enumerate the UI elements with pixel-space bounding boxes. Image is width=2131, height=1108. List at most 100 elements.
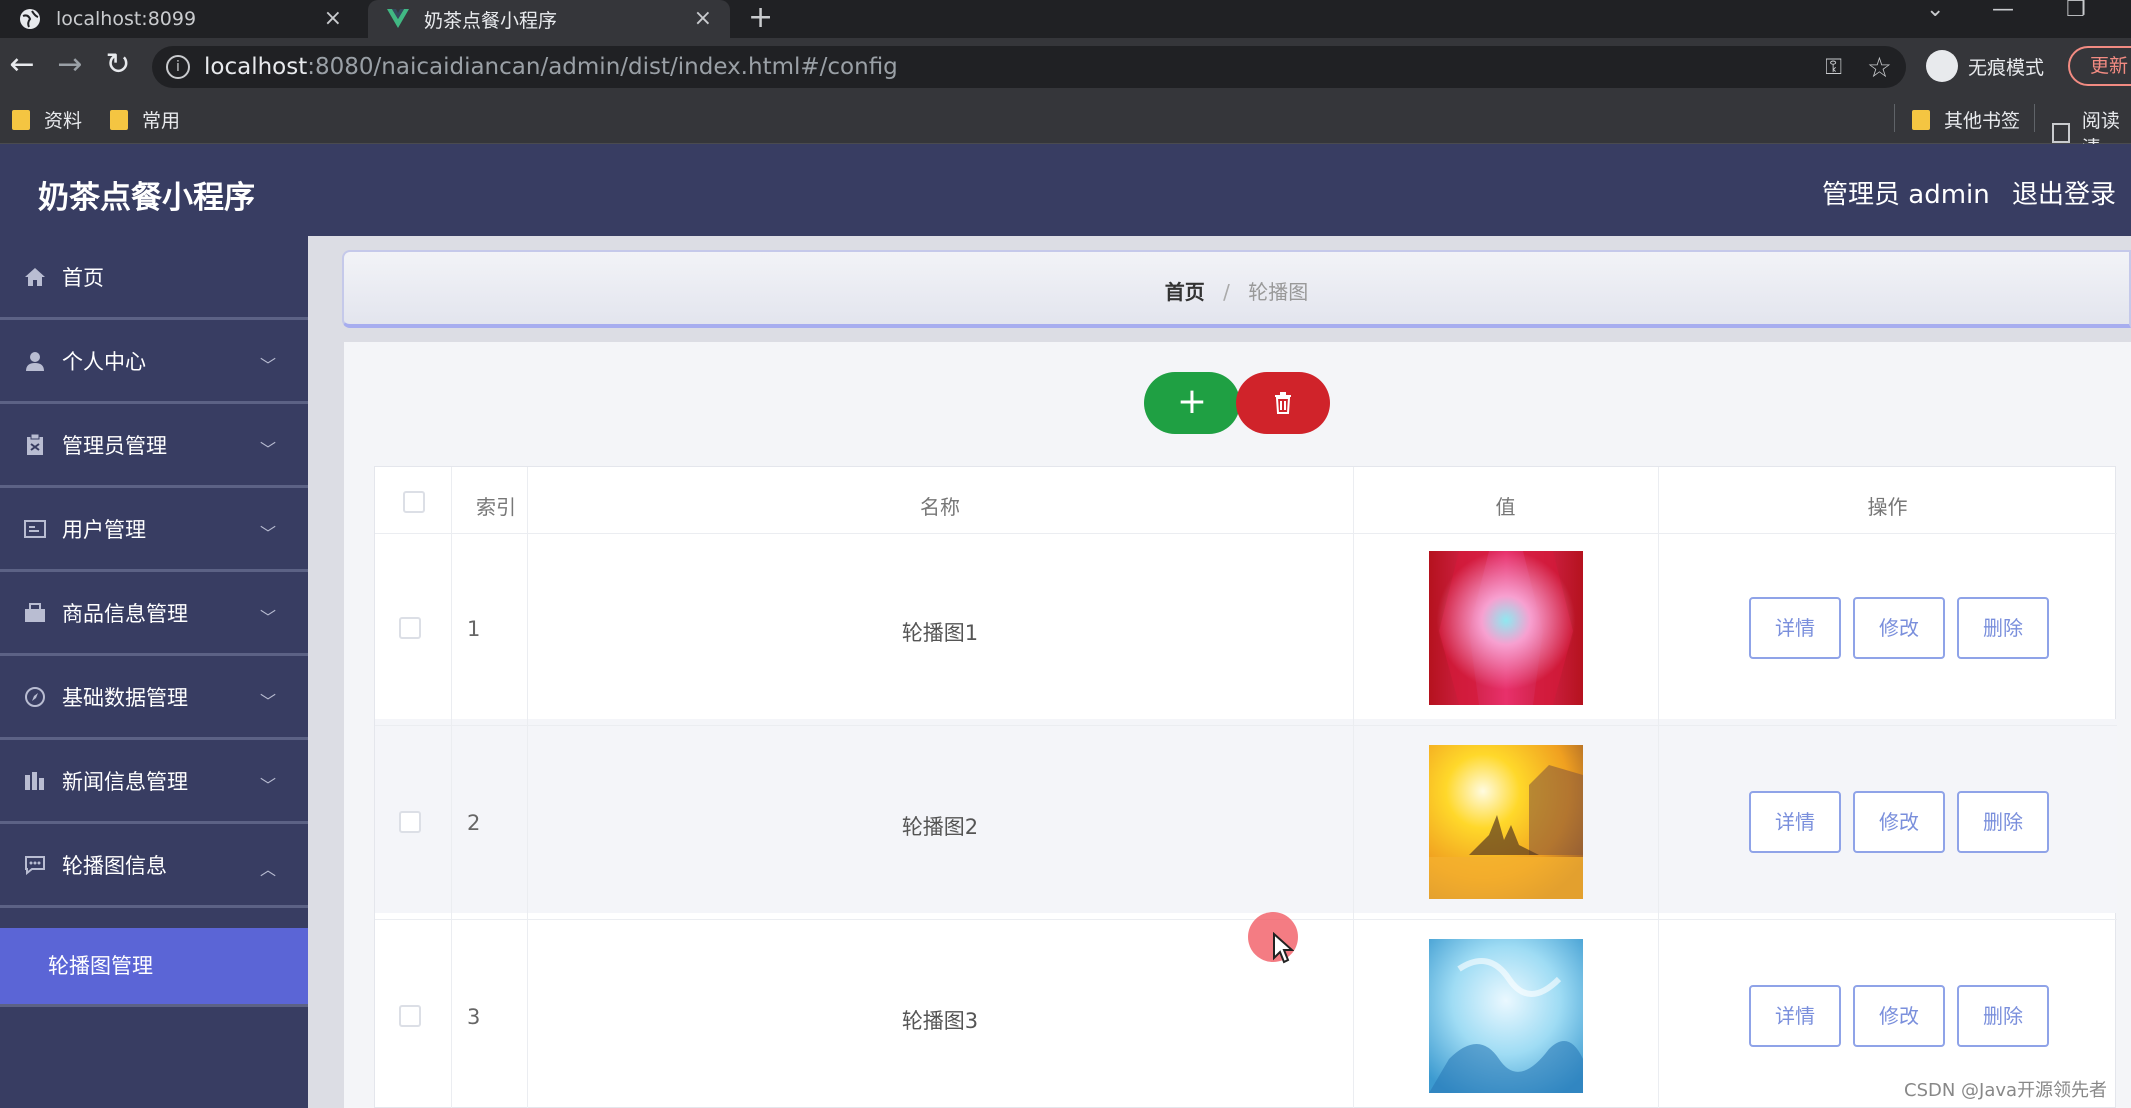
column-divider [451,467,452,1108]
mouse-cursor-icon [1273,932,1294,964]
bookmarks-bar: 资料 常用 其他书签 阅读清 [0,94,2131,159]
sidebar-item-profile[interactable]: 个人中心 ﹀ [0,320,308,404]
row-name: 轮播图3 [901,1009,979,1033]
forward-icon[interactable]: → [52,48,88,84]
tab-title: localhost:8099 [56,8,197,30]
reload-icon[interactable]: ↻ [100,48,136,84]
minimize-icon[interactable]: — [1992,0,2014,38]
sidebar-item-home[interactable]: 首页 [0,236,308,320]
breadcrumb-home[interactable]: 首页 [1165,280,1205,304]
incognito-icon [1926,50,1958,82]
row-index: 3 [467,1005,481,1029]
sidebar-item-label: 管理员管理 [62,433,167,458]
add-button[interactable]: + [1144,372,1240,434]
back-icon[interactable]: ← [4,48,40,84]
browser-toolbar: ← → ↻ i localhost:8080/naicaidiancan/adm… [0,38,2131,94]
breadcrumb-separator: / [1223,280,1230,304]
message-icon [24,854,46,876]
delete-button[interactable]: 删除 [1957,791,2049,853]
detail-button[interactable]: 详情 [1749,597,1841,659]
logout-link[interactable]: 退出登录 [2012,174,2116,211]
select-all-checkbox[interactable] [403,491,425,513]
sidebar-subitem-carousel-manage[interactable]: 轮播图管理 [0,928,308,1004]
compass-icon [24,686,46,708]
row-name: 轮播图2 [901,815,979,839]
edit-button[interactable]: 修改 [1853,791,1945,853]
row-checkbox[interactable] [399,811,421,833]
sidebar-item-label: 用户管理 [62,517,146,542]
chevron-down-icon: ﹀ [259,524,276,543]
sidebar-item-carousel[interactable]: 轮播图信息 ︿ [0,824,308,908]
detail-button[interactable]: 详情 [1749,791,1841,853]
sidebar-item-label: 个人中心 [62,349,146,374]
column-header-name: 名称 [920,495,960,519]
row-checkbox[interactable] [399,1005,421,1027]
url-text[interactable]: localhost:8080/naicaidiancan/admin/dist/… [204,54,898,80]
carousel-image-thumbnail[interactable] [1429,745,1583,899]
vue-logo-icon [386,7,410,31]
tab-search-icon[interactable]: ⌄ [1926,0,1944,38]
user-icon [24,350,46,372]
app-header: 奶茶点餐小程序 管理员 admin 退出登录 [0,144,2131,236]
sidebar-item-news[interactable]: 新闻信息管理 ﹀ [0,740,308,824]
sidebar-item-admin[interactable]: 管理员管理 ﹀ [0,404,308,488]
close-tab-icon[interactable]: × [694,6,712,31]
trash-icon [1275,392,1291,414]
address-bar[interactable]: i localhost:8080/naicaidiancan/admin/dis… [152,46,1906,88]
globe-icon [18,7,42,31]
column-header-value: 值 [1495,495,1516,519]
edit-button[interactable]: 修改 [1853,985,1945,1047]
sidebar-item-basic-data[interactable]: 基础数据管理 ﹀ [0,656,308,740]
sidebar-item-products[interactable]: 商品信息管理 ﹀ [0,572,308,656]
bookmark-divider [2034,104,2035,132]
admin-user-label: 管理员 admin [1822,180,1990,210]
folder-icon [110,109,128,130]
bookmark-divider [1894,104,1895,132]
restore-window-icon[interactable]: ❐ [2066,0,2086,38]
bar-chart-icon [24,770,46,792]
carousel-image-thumbnail[interactable] [1429,551,1583,705]
batch-delete-button[interactable] [1236,372,1330,434]
row-checkbox[interactable] [399,617,421,639]
folder-icon [1912,109,1930,130]
breadcrumb-bar: 首页 / 轮播图 [342,250,2131,328]
sidebar: 首页 个人中心 ﹀ 管理员管理 ﹀ 用户管理 ﹀ 商品信息管理 ﹀ 基础数据管理… [0,236,308,1108]
browser-tab-bar: localhost:8099 × 奶茶点餐小程序 × + ⌄ — ❐ [0,0,2131,38]
row-index: 1 [467,617,481,641]
new-tab-button[interactable]: + [748,0,773,38]
detail-button[interactable]: 详情 [1749,985,1841,1047]
bookmark-label: 其他书签 [1944,110,2021,132]
column-divider [1658,467,1659,1108]
key-icon[interactable]: ⚿ [1825,55,1842,80]
incognito-indicator[interactable]: 无痕模式 [1926,46,2044,86]
app-title: 奶茶点餐小程序 [38,180,255,216]
bookmark-folder[interactable]: 其他书签 [1912,106,2020,133]
update-button[interactable]: 更新 [2068,46,2131,86]
close-tab-icon[interactable]: × [324,6,342,31]
browser-tab-localhost[interactable]: localhost:8099 × [0,0,360,38]
bookmark-label: 常用 [142,110,181,132]
reading-list-icon [2052,123,2070,143]
folder-icon [12,109,30,130]
sidebar-item-label: 新闻信息管理 [62,769,188,794]
incognito-label: 无痕模式 [1968,56,2045,79]
url-host: localhost [204,54,308,80]
sidebar-item-label: 商品信息管理 [62,601,188,626]
sidebar-item-label: 基础数据管理 [62,685,188,710]
row-index: 2 [467,811,481,835]
chevron-down-icon: ﹀ [259,776,276,795]
home-icon [24,266,46,288]
delete-button[interactable]: 删除 [1957,985,2049,1047]
breadcrumb-current: 轮播图 [1248,280,1309,304]
bookmark-folder[interactable]: 资料 [12,106,82,133]
carousel-table: 索引 名称 值 操作 1 轮播图1 详情 修改 删除 2 轮播图2 详情 修改 [374,466,2117,1108]
sidebar-item-users[interactable]: 用户管理 ﹀ [0,488,308,572]
delete-button[interactable]: 删除 [1957,597,2049,659]
bookmark-folder[interactable]: 常用 [110,106,180,133]
site-info-icon[interactable]: i [166,55,190,79]
bookmark-star-icon[interactable]: ☆ [1867,51,1892,84]
chevron-down-icon: ﹀ [259,692,276,711]
carousel-image-thumbnail[interactable] [1429,939,1583,1093]
browser-tab-app[interactable]: 奶茶点餐小程序 × [368,0,730,38]
edit-button[interactable]: 修改 [1853,597,1945,659]
